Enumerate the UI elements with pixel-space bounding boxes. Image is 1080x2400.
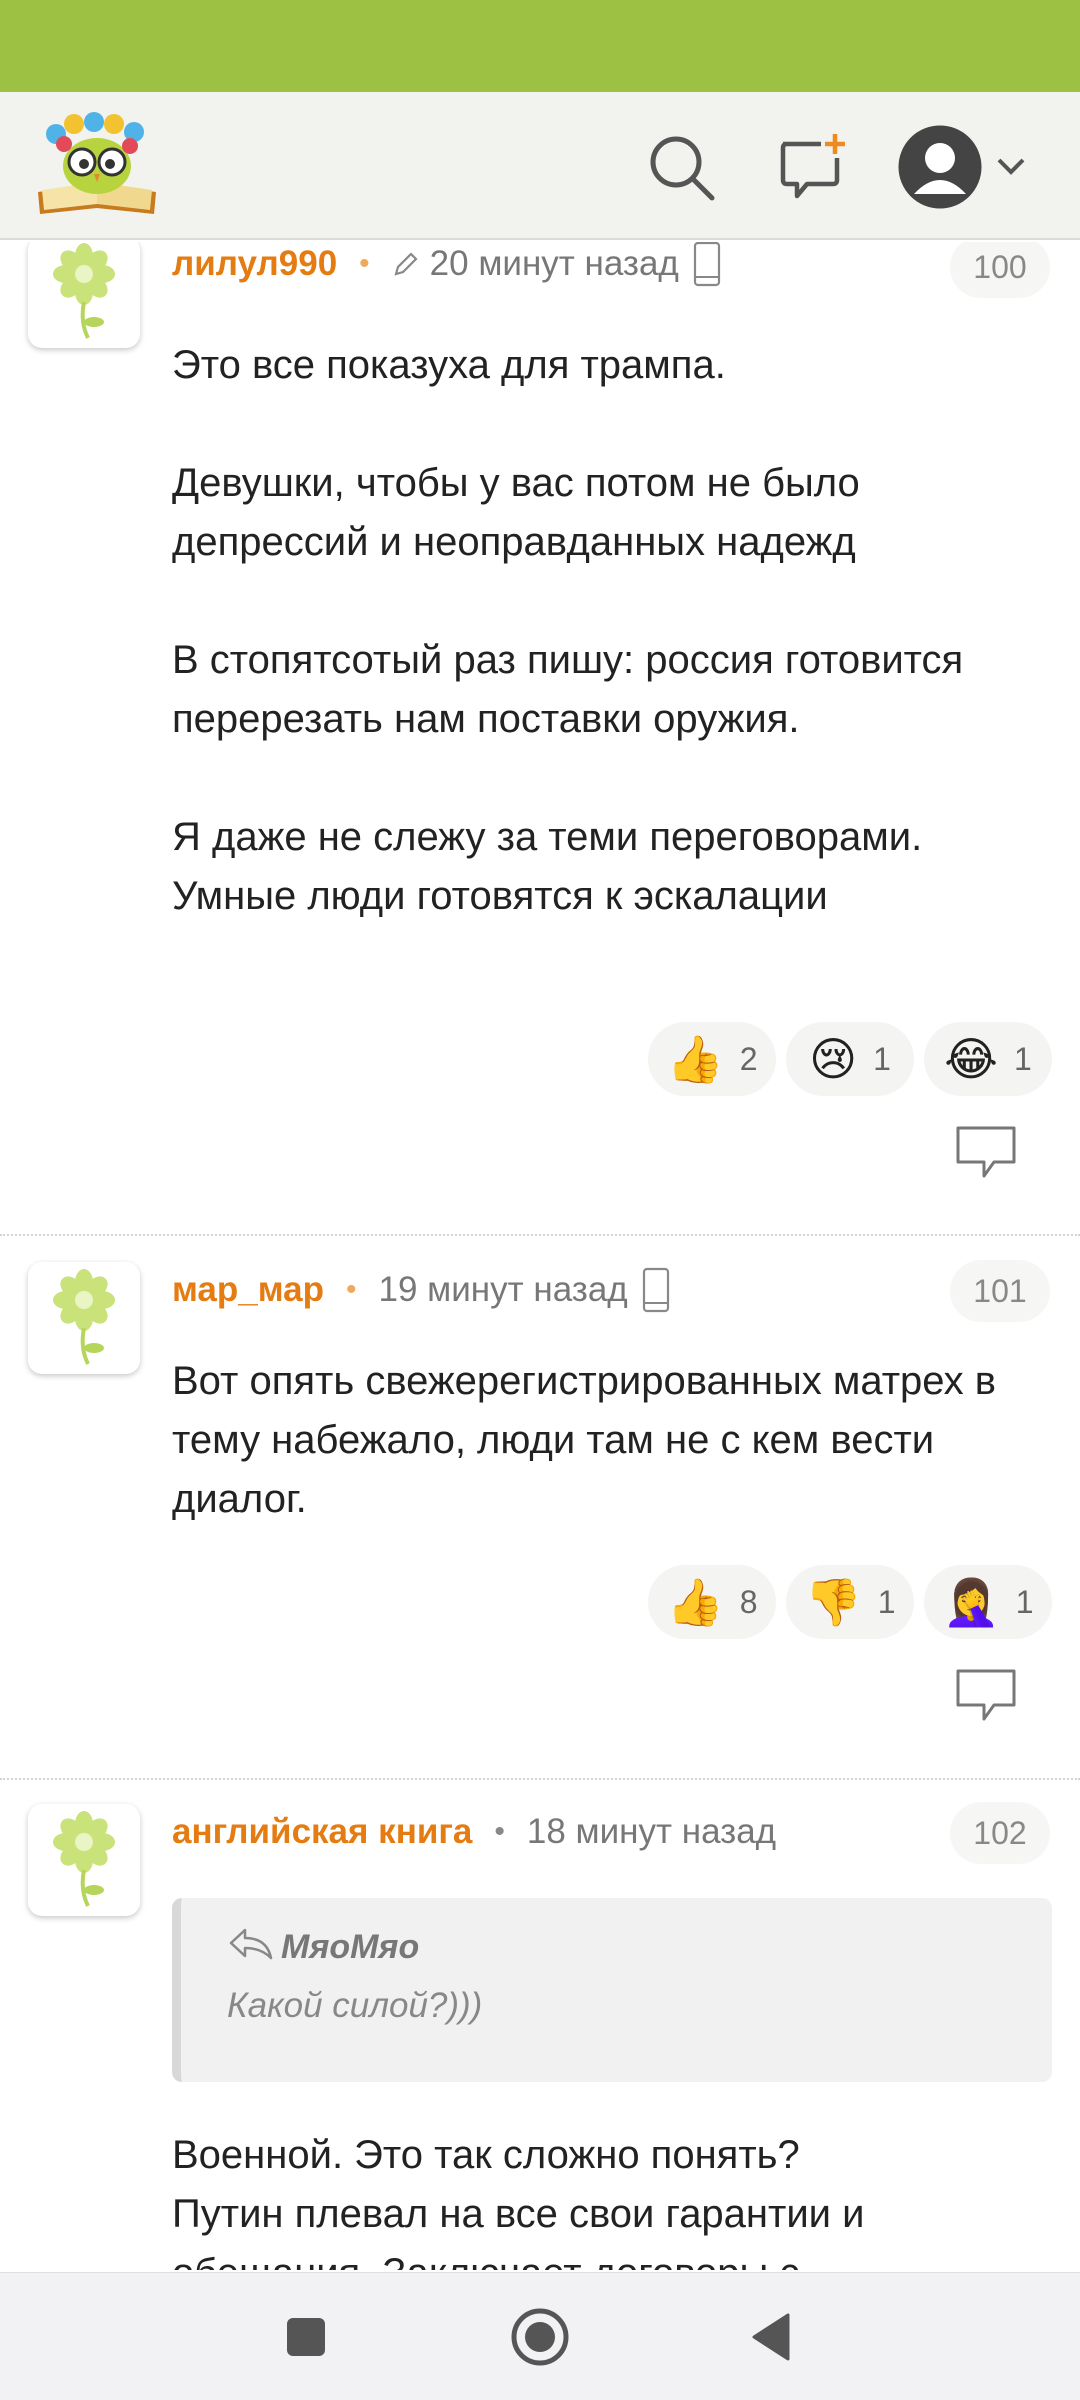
reaction-laughing[interactable]: 😂 1	[924, 1022, 1052, 1096]
comment-number[interactable]: 101	[950, 1260, 1050, 1322]
comment-text: Это все показуха для трампа. Девушки, чт…	[172, 343, 964, 918]
reply-icon[interactable]	[954, 1667, 1018, 1723]
search-icon[interactable]	[642, 128, 722, 208]
reaction-crying[interactable]: 😢 1	[786, 1022, 914, 1096]
reactions-bar: 👍 8 👎 1 🤦‍♀️ 1	[648, 1565, 1052, 1639]
comment-meta: английская книга • 18 минут назад	[172, 1812, 777, 1852]
avatar[interactable]	[28, 1262, 140, 1374]
comment-time: 18 минут назад	[526, 1812, 777, 1851]
comment-meta: лилул990 • 20 минут назад	[172, 242, 721, 292]
comment-author[interactable]: английская книга	[172, 1812, 472, 1852]
comment-item: английская книга • 18 минут назад 102 Мя…	[0, 1802, 1080, 2270]
comment-item: лилул990 • 20 минут назад 100 Это все по…	[0, 242, 1080, 1232]
comment-text: Военной. Это так сложно понять? Путин пл…	[172, 2133, 865, 2270]
reply-icon[interactable]	[954, 1124, 1018, 1180]
system-nav-bar	[0, 2272, 1080, 2400]
comment-item: мар_мар • 19 минут назад 101 Вот опять с…	[0, 1260, 1080, 1782]
comment-author[interactable]: мар_мар	[172, 1270, 324, 1310]
reaction-thumbs-up[interactable]: 👍 2	[648, 1022, 776, 1096]
reply-arrow-icon	[227, 1926, 273, 1969]
comment-time: 20 минут назад	[429, 244, 679, 283]
comment-number[interactable]: 102	[950, 1802, 1050, 1864]
comments-feed[interactable]: лилул990 • 20 минут назад 100 Это все по…	[0, 242, 1080, 2270]
reactions-bar: 👍 2 😢 1 😂 1	[648, 1022, 1052, 1096]
comment-number[interactable]: 100	[950, 242, 1050, 298]
pencil-icon	[392, 250, 420, 278]
reaction-thumbs-down[interactable]: 👎 1	[786, 1565, 914, 1639]
comment-time: 19 минут назад	[378, 1270, 628, 1309]
owl-book-logo[interactable]	[34, 110, 160, 222]
quote-author: МяоМяо	[227, 1926, 419, 1969]
comment-text: Вот опять свежерегистрированных матрех в…	[172, 1359, 997, 1521]
reaction-thumbs-up[interactable]: 👍 8	[648, 1565, 776, 1639]
quoted-reply[interactable]: МяоМяо Какой силой?)))	[172, 1898, 1052, 2082]
quote-text: Какой силой?)))	[227, 1986, 483, 2025]
triangle-back-icon[interactable]	[736, 2301, 808, 2373]
comment-divider	[0, 1234, 1080, 1236]
status-bar	[0, 0, 1080, 92]
avatar[interactable]	[28, 1804, 140, 1916]
circle-home-icon[interactable]	[504, 2301, 576, 2373]
user-avatar-icon[interactable]	[895, 122, 1045, 212]
app-header	[0, 92, 1080, 240]
new-comment-icon[interactable]	[773, 128, 853, 208]
comment-divider	[0, 1778, 1080, 1780]
comment-author[interactable]: лилул990	[172, 244, 337, 284]
comment-meta: мар_мар • 19 минут назад	[172, 1262, 670, 1318]
square-icon[interactable]	[270, 2301, 342, 2373]
mobile-device-icon	[693, 242, 721, 287]
reaction-facepalm[interactable]: 🤦‍♀️ 1	[924, 1565, 1052, 1639]
mobile-device-icon	[642, 1267, 670, 1313]
avatar[interactable]	[28, 242, 140, 348]
